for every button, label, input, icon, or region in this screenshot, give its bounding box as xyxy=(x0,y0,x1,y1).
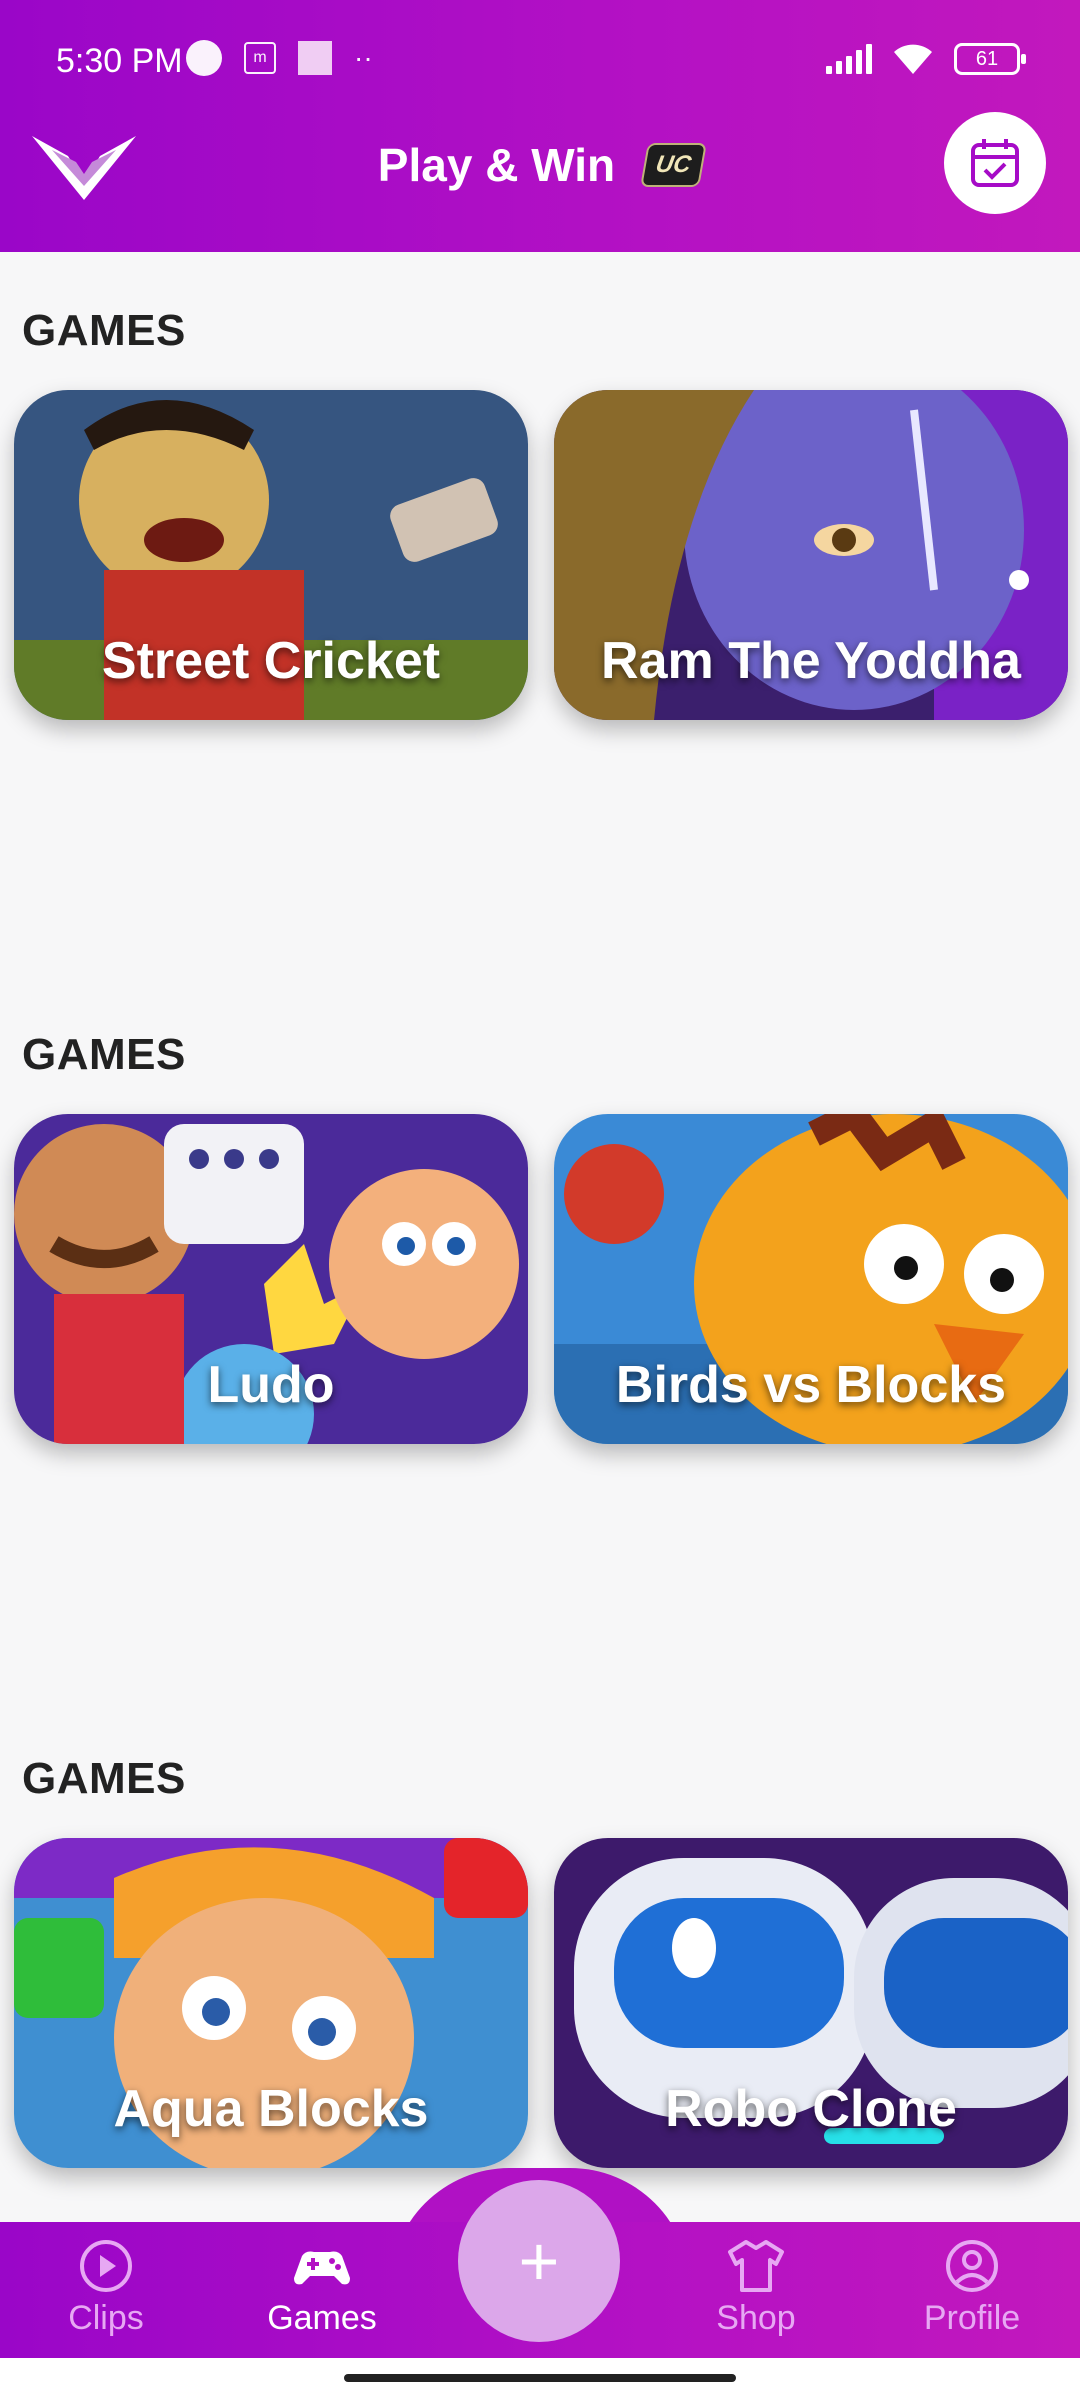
more-notifications-icon: ·· xyxy=(354,42,373,73)
play-circle-icon xyxy=(80,2240,132,2292)
notification-app-icon xyxy=(186,40,222,76)
notification-square-icon xyxy=(298,41,332,75)
game-title: Aqua Blocks xyxy=(113,2080,429,2138)
uc-badge: UC xyxy=(639,143,707,187)
header-title-group: Play & Win UC xyxy=(0,138,1080,192)
notification-m-icon: m xyxy=(244,42,276,74)
gamepad-icon xyxy=(294,2251,350,2285)
nav-item-games[interactable]: Games xyxy=(232,2238,412,2348)
game-title: Ram The Yoddha xyxy=(601,632,1021,690)
game-card-aqua-blocks[interactable]: Aqua Blocks xyxy=(14,1838,528,2168)
signal-icon xyxy=(826,44,872,74)
app-header: 5:30 PM m ·· 61 Play & Win UC xyxy=(0,0,1080,252)
add-button[interactable]: + xyxy=(458,2180,620,2342)
battery-icon: 61 xyxy=(954,43,1026,75)
game-card-birds-vs-blocks[interactable]: Birds vs Blocks xyxy=(554,1114,1068,1444)
game-card-street-cricket[interactable]: Street Cricket xyxy=(14,390,528,720)
nav-label: Games xyxy=(267,2299,377,2337)
nav-item-clips[interactable]: Clips xyxy=(16,2238,196,2348)
game-card-ram-the-yoddha[interactable]: Ram The Yoddha xyxy=(554,390,1068,720)
game-title: Ludo xyxy=(207,1356,335,1414)
status-bar: 5:30 PM m ·· 61 xyxy=(0,0,1080,120)
nav-label: Clips xyxy=(68,2299,144,2337)
section-title: GAMES xyxy=(22,1754,186,1803)
calendar-check-icon xyxy=(971,139,1019,187)
section-title: GAMES xyxy=(22,1030,186,1079)
nav-label: Shop xyxy=(716,2299,796,2337)
games-content[interactable]: GAMES Street Cricket Ram The Yoddha GAME xyxy=(0,252,1080,2222)
calendar-button[interactable] xyxy=(944,112,1046,214)
game-title: Street Cricket xyxy=(101,632,441,690)
home-indicator[interactable] xyxy=(344,2374,736,2382)
tshirt-icon xyxy=(728,2240,784,2292)
wifi-icon xyxy=(894,44,932,74)
nav-item-profile[interactable]: Profile xyxy=(882,2238,1062,2348)
nav-item-shop[interactable]: Shop xyxy=(666,2238,846,2348)
notification-icons: m ·· xyxy=(186,40,373,76)
game-card-ludo[interactable]: Ludo xyxy=(14,1114,528,1444)
status-time: 5:30 PM xyxy=(56,42,183,80)
user-circle-icon xyxy=(946,2240,998,2292)
game-title: Birds vs Blocks xyxy=(615,1356,1007,1414)
section-title: GAMES xyxy=(22,306,186,355)
nav-label: Profile xyxy=(923,2299,1021,2337)
game-card-robo-clone[interactable]: Robo Clone xyxy=(554,1838,1068,2168)
page-title: Play & Win xyxy=(377,139,616,191)
game-title: Robo Clone xyxy=(665,2080,957,2138)
